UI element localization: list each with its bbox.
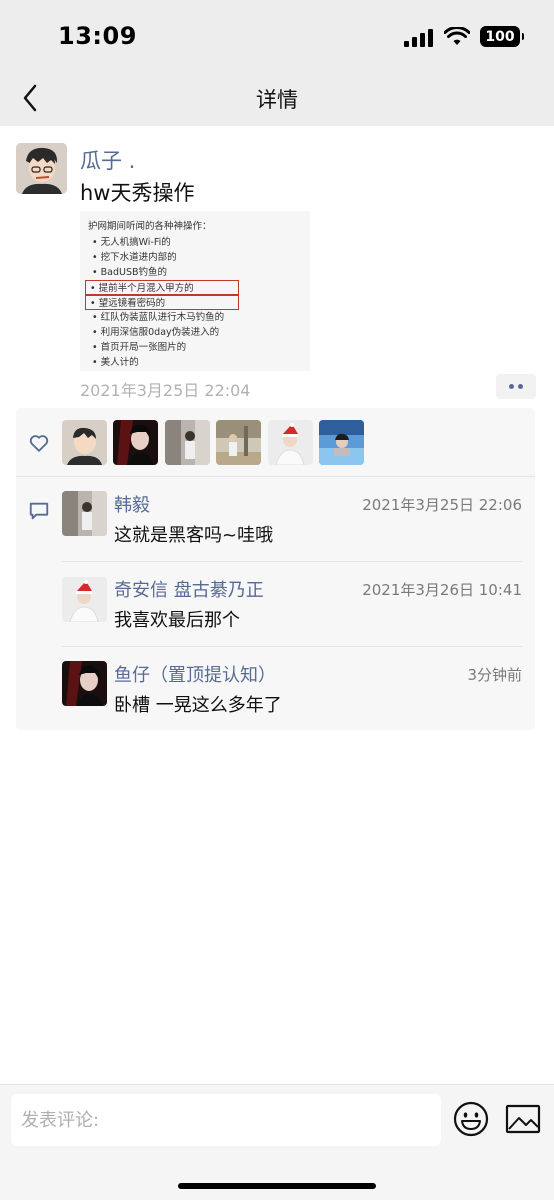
post-image[interactable]: 护网期间听闻的各种神操作： • 无人机搞Wi-Fi的 • 挖下水道进内部的 • … (80, 211, 310, 371)
dot-icon (509, 384, 514, 389)
wifi-icon (444, 26, 470, 45)
home-indicator (178, 1183, 376, 1189)
liker-avatar[interactable] (62, 420, 107, 465)
liker-avatar[interactable] (216, 420, 261, 465)
heart-icon (29, 435, 49, 452)
signal-icon (404, 27, 434, 47)
commenter-avatar[interactable] (62, 661, 107, 706)
image-line: • 挖下水道进内部的 (92, 252, 177, 263)
liker-avatar[interactable] (165, 420, 210, 465)
dot-icon (518, 384, 523, 389)
commenter-avatar[interactable] (62, 491, 107, 536)
page-title: 详情 (256, 88, 298, 112)
image-line: • 无人机搞Wi-Fi的 (92, 237, 171, 248)
more-options-button[interactable] (496, 374, 536, 399)
status-time: 13:09 (58, 22, 137, 50)
image-line-highlighted: • 提前半个月混入甲方的 (85, 280, 239, 295)
comment-text: 卧槽 一晃这么多年了 (114, 695, 282, 716)
comment-time: 2021年3月26日 10:41 (362, 581, 522, 599)
liker-avatar[interactable] (113, 420, 158, 465)
post-text: hw天秀操作 (80, 181, 195, 205)
image-line-highlighted: • 望远镜看密码的 (85, 295, 239, 310)
comment-author[interactable]: 奇安信 盘古綦乃正 (114, 576, 264, 602)
image-line: • 红队伪装蓝队进行木马钓鱼的 (92, 312, 225, 323)
battery-icon: 100 (480, 26, 524, 47)
comment-time: 2021年3月25日 22:06 (362, 496, 522, 514)
comment-text: 我喜欢最后那个 (114, 610, 240, 631)
image-icon[interactable] (505, 1104, 541, 1134)
comment-time: 3分钟前 (467, 666, 522, 684)
author-avatar[interactable] (16, 143, 67, 194)
liker-avatar[interactable] (319, 420, 364, 465)
liker-avatar[interactable] (268, 420, 313, 465)
image-title: 护网期间听闻的各种神操作： (88, 221, 212, 232)
image-line: • 美人计的 (92, 357, 139, 368)
author-name[interactable]: 瓜子 . (80, 145, 135, 175)
divider (62, 646, 523, 647)
comment-icon (29, 502, 49, 520)
post-time: 2021年3月25日 22:04 (80, 381, 251, 400)
comment-author[interactable]: 鱼仔（置顶提认知） (114, 661, 276, 687)
image-line: • BadUSB钓鱼的 (92, 267, 167, 278)
image-line: • 首页开局一张图片的 (92, 342, 187, 353)
comment-text: 这就是黑客吗~哇哦 (114, 525, 274, 546)
comment-author[interactable]: 韩毅 (114, 491, 150, 517)
image-line: • 利用深信服0day伪装进入的 (92, 327, 220, 338)
divider (62, 561, 523, 562)
divider (16, 476, 535, 477)
commenter-avatar[interactable] (62, 577, 107, 622)
status-icons: 100 (404, 26, 524, 47)
emoji-icon[interactable] (453, 1101, 489, 1137)
comment-input[interactable] (11, 1094, 441, 1146)
